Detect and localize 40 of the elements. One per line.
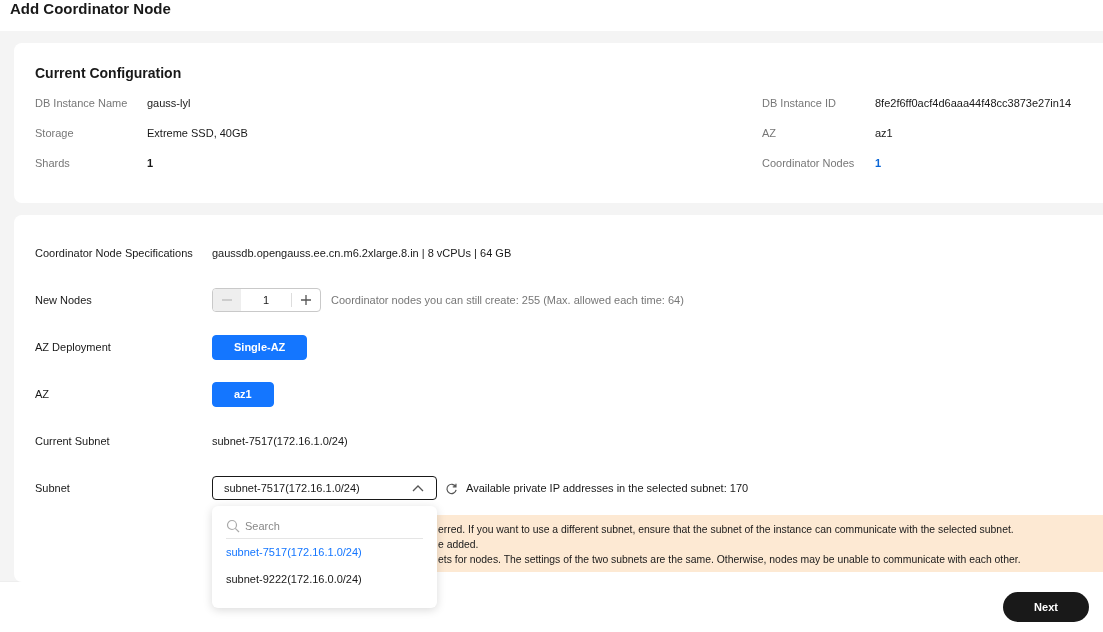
field-label: DB Instance ID bbox=[762, 96, 837, 110]
field-label: Coordinator Node Specifications bbox=[35, 247, 194, 259]
next-button[interactable]: Next bbox=[1003, 592, 1089, 622]
field-label: Shards bbox=[35, 156, 71, 170]
field-label: Subnet bbox=[35, 482, 71, 494]
search-icon bbox=[226, 519, 240, 533]
search-field[interactable]: Search bbox=[245, 520, 395, 532]
notice-text: e added. bbox=[438, 538, 479, 552]
field-value: Extreme SSD, 40GB bbox=[147, 126, 249, 140]
field-value: gaussdb.opengauss.ee.cn.m6.2xlarge.8.in | 8 vCPUs | 64 GB bbox=[212, 247, 512, 259]
field-value: 1 bbox=[147, 156, 155, 170]
field-label: AZ bbox=[35, 388, 51, 400]
chevron-up-icon bbox=[412, 484, 424, 492]
hint-text: Available private IP addresses in the selected subnet: 170 bbox=[466, 482, 749, 494]
menu-item[interactable]: subnet-7517(172.16.1.0/24) bbox=[226, 539, 423, 566]
page-title: Add Coordinator Node bbox=[10, 0, 171, 17]
field-label: AZ Deployment bbox=[35, 341, 112, 353]
field-label: Storage bbox=[35, 126, 75, 140]
hint-text: Coordinator nodes you can still create: 255 (Max. allowed each time: 64) bbox=[331, 294, 684, 306]
number-stepper[interactable]: 1 bbox=[212, 288, 321, 312]
field-value: 8fe2f6ff0acf4d6aaa44f48cc3873e27in14 bbox=[875, 96, 1073, 110]
field-value: az1 bbox=[875, 126, 894, 140]
option-button[interactable]: az1 bbox=[212, 381, 274, 407]
field-value: gauss-lyl bbox=[147, 96, 192, 110]
field-label: Current Subnet bbox=[35, 435, 111, 447]
notice-text: erred. If you want to use a different subnet, ensure that the subnet of the instance can communicate with the selected subnet. bbox=[438, 523, 1014, 537]
field-value[interactable]: 1 bbox=[875, 156, 1082, 170]
option-button[interactable]: Single-AZ bbox=[212, 334, 308, 360]
section-title: Current Configuration bbox=[35, 65, 182, 81]
refresh-icon[interactable] bbox=[445, 481, 458, 495]
field-value: subnet-7517(172.16.1.0/24) bbox=[212, 435, 348, 447]
subnet-dropdown[interactable]: subnet-7517(172.16.1.0/24) bbox=[212, 476, 437, 500]
field-label: DB Instance Name bbox=[35, 96, 129, 110]
field-label: New Nodes bbox=[35, 294, 93, 306]
plus-icon bbox=[300, 294, 312, 306]
field-label: Coordinator Nodes bbox=[762, 156, 856, 170]
number-value: 1 bbox=[241, 293, 292, 307]
field-label: AZ bbox=[762, 126, 778, 140]
notice-text: ets for nodes. The settings of the two subnets are the same. Otherwise, nodes may be unable to communicate with each other. bbox=[438, 553, 1021, 567]
menu-item[interactable]: subnet-9222(172.16.0.0/24) bbox=[226, 566, 423, 593]
